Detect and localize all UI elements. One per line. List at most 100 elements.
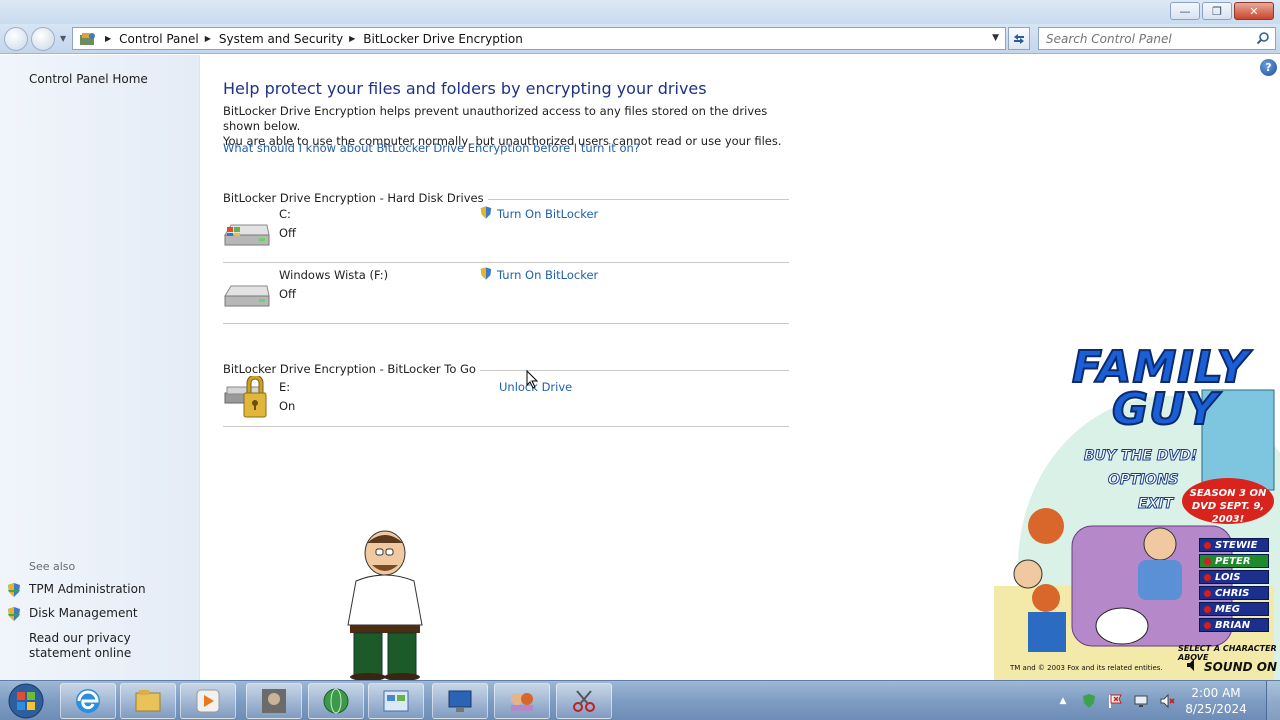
drive-row-f: Windows Wista (F:) Off Turn On BitLocker [223,264,789,324]
peter-character-image [338,529,432,684]
bullet-icon [1204,541,1211,549]
character-label: MEG [1215,603,1240,615]
clock-time: 2:00 AM [1191,686,1241,700]
control-panel-icon [77,30,99,48]
drive-status: Off [279,287,296,301]
taskbar-app-button-2[interactable] [308,683,364,719]
taskbar-control-panel-button[interactable] [368,683,424,719]
character-meg[interactable]: MEG [1199,602,1269,616]
title-bar: — ❐ ✕ [0,0,1280,24]
character-lois[interactable]: LOIS [1199,570,1269,584]
window-controls: — ❐ ✕ [1170,2,1274,20]
breadcrumb-bitlocker[interactable]: BitLocker Drive Encryption [363,32,523,46]
taskbar-explorer-button[interactable] [120,683,176,719]
chevron-right-icon[interactable]: ▶ [349,34,355,43]
folder-icon [135,690,161,712]
show-desktop-button[interactable] [1266,681,1280,720]
windows-drive-icon [223,209,271,258]
control-panel-icon [383,690,409,712]
address-bar[interactable]: ▶ Control Panel ▶ System and Security ▶ … [72,27,1006,50]
turn-on-bitlocker-f-link[interactable]: Turn On BitLocker [479,266,598,284]
drive-row-c: C: Off Turn On BitLocker [223,203,789,263]
chevron-right-icon[interactable]: ▶ [205,34,211,43]
see-also-label: See also [29,560,76,573]
search-box [1038,27,1276,50]
taskbar-app-button-1[interactable] [246,683,302,719]
action-center-flag-icon[interactable] [1106,692,1124,710]
character-label: PETER [1215,555,1251,567]
chevron-down-icon[interactable]: ▼ [992,33,999,43]
character-label: CHRIS [1215,587,1250,599]
turn-on-bitlocker-c-link[interactable]: Turn On BitLocker [479,205,598,223]
start-button[interactable] [4,682,48,720]
bullet-icon [1204,573,1211,581]
sound-toggle[interactable]: SOUND ON [1186,658,1277,675]
exit-button[interactable]: EXIT [1137,496,1173,513]
turn-on-bitlocker-label[interactable]: Turn On BitLocker [497,268,598,282]
search-input[interactable] [1039,28,1249,49]
character-label: BRIAN [1215,619,1251,631]
family-guy-title-2: GUY [1111,383,1219,436]
breadcrumb-control-panel[interactable]: Control Panel [119,32,199,46]
forward-button[interactable] [31,27,55,51]
clock-date: 8/25/2024 [1185,702,1247,716]
windows-logo-icon [8,683,44,719]
taskbar-media-player-button[interactable] [180,683,236,719]
security-shield-icon[interactable] [1080,692,1098,710]
disk-management-link[interactable]: Disk Management [29,606,138,620]
mouse-cursor-icon [526,369,539,392]
breadcrumb: ▶ Control Panel ▶ System and Security ▶ … [99,32,523,46]
description-line-1: BitLocker Drive Encryption helps prevent… [223,104,768,133]
turn-on-bitlocker-label[interactable]: Turn On BitLocker [497,207,598,221]
breadcrumb-system-security[interactable]: System and Security [219,32,343,46]
drive-name: C: [279,207,291,221]
recent-pages-dropdown[interactable]: ▼ [60,34,66,43]
drive-name: E: [279,380,291,394]
drive-row-e: E: On Unlock Drive [223,367,789,427]
shield-icon [6,582,22,601]
drive-status: Off [279,226,296,240]
character-chris[interactable]: CHRIS [1199,586,1269,600]
maximize-button[interactable]: ❐ [1202,2,1232,20]
left-pane: Control Panel Home See also TPM Administ… [0,55,200,680]
character-list: STEWIE PETER LOIS CHRIS MEG BRIAN [1199,538,1269,632]
control-panel-home-link[interactable]: Control Panel Home [29,72,148,86]
character-brian[interactable]: BRIAN [1199,618,1269,632]
drive-status: On [279,399,296,413]
character-label: LOIS [1215,571,1241,583]
search-icon[interactable] [1256,31,1270,48]
clock[interactable]: 2:00 AM 8/25/2024 [1180,685,1252,717]
drive-name: Windows Wista (F:) [279,268,389,282]
navigation-bar: ▼ ▶ Control Panel ▶ System and Security … [0,24,1280,54]
internet-explorer-icon [76,689,100,713]
character-label: STEWIE [1215,539,1258,551]
taskbar-app-button-5[interactable] [556,683,612,719]
chevron-right-icon[interactable]: ▶ [105,34,111,43]
back-button[interactable] [4,27,28,51]
locked-drive-icon [223,373,271,426]
show-hidden-icons[interactable]: ▲ [1054,692,1072,710]
character-peter[interactable]: PETER [1199,554,1269,568]
tpm-administration-link[interactable]: TPM Administration [29,582,146,596]
buy-dvd-button[interactable]: BUY THE DVD! [1083,448,1197,465]
taskbar: ▲ 2:00 AM 8/25/2024 [0,680,1280,720]
volume-muted-icon[interactable] [1158,692,1176,710]
character-stewie[interactable]: STEWIE [1199,538,1269,552]
privacy-statement-link[interactable]: Read our privacy statement online [29,631,189,661]
hard-disk-section-title: BitLocker Drive Encryption - Hard Disk D… [223,191,488,205]
help-button[interactable]: ? [1260,59,1277,76]
refresh-button[interactable] [1008,27,1030,50]
taskbar-app-button-4[interactable] [494,683,550,719]
close-button[interactable]: ✕ [1234,2,1274,20]
taskbar-app-button-3[interactable] [432,683,488,719]
learn-more-link[interactable]: What should I know about BitLocker Drive… [223,141,640,155]
network-icon[interactable] [1132,692,1150,710]
bullet-icon [1204,605,1211,613]
minimize-button[interactable]: — [1170,2,1200,20]
taskbar-ie-button[interactable] [60,683,116,719]
scissors-icon [573,690,595,712]
shield-icon [6,606,22,625]
uac-shield-icon [479,266,493,284]
options-button[interactable]: OPTIONS [1108,472,1180,489]
copyright-text: TM and © 2003 Fox and its related entiti… [1010,664,1163,672]
